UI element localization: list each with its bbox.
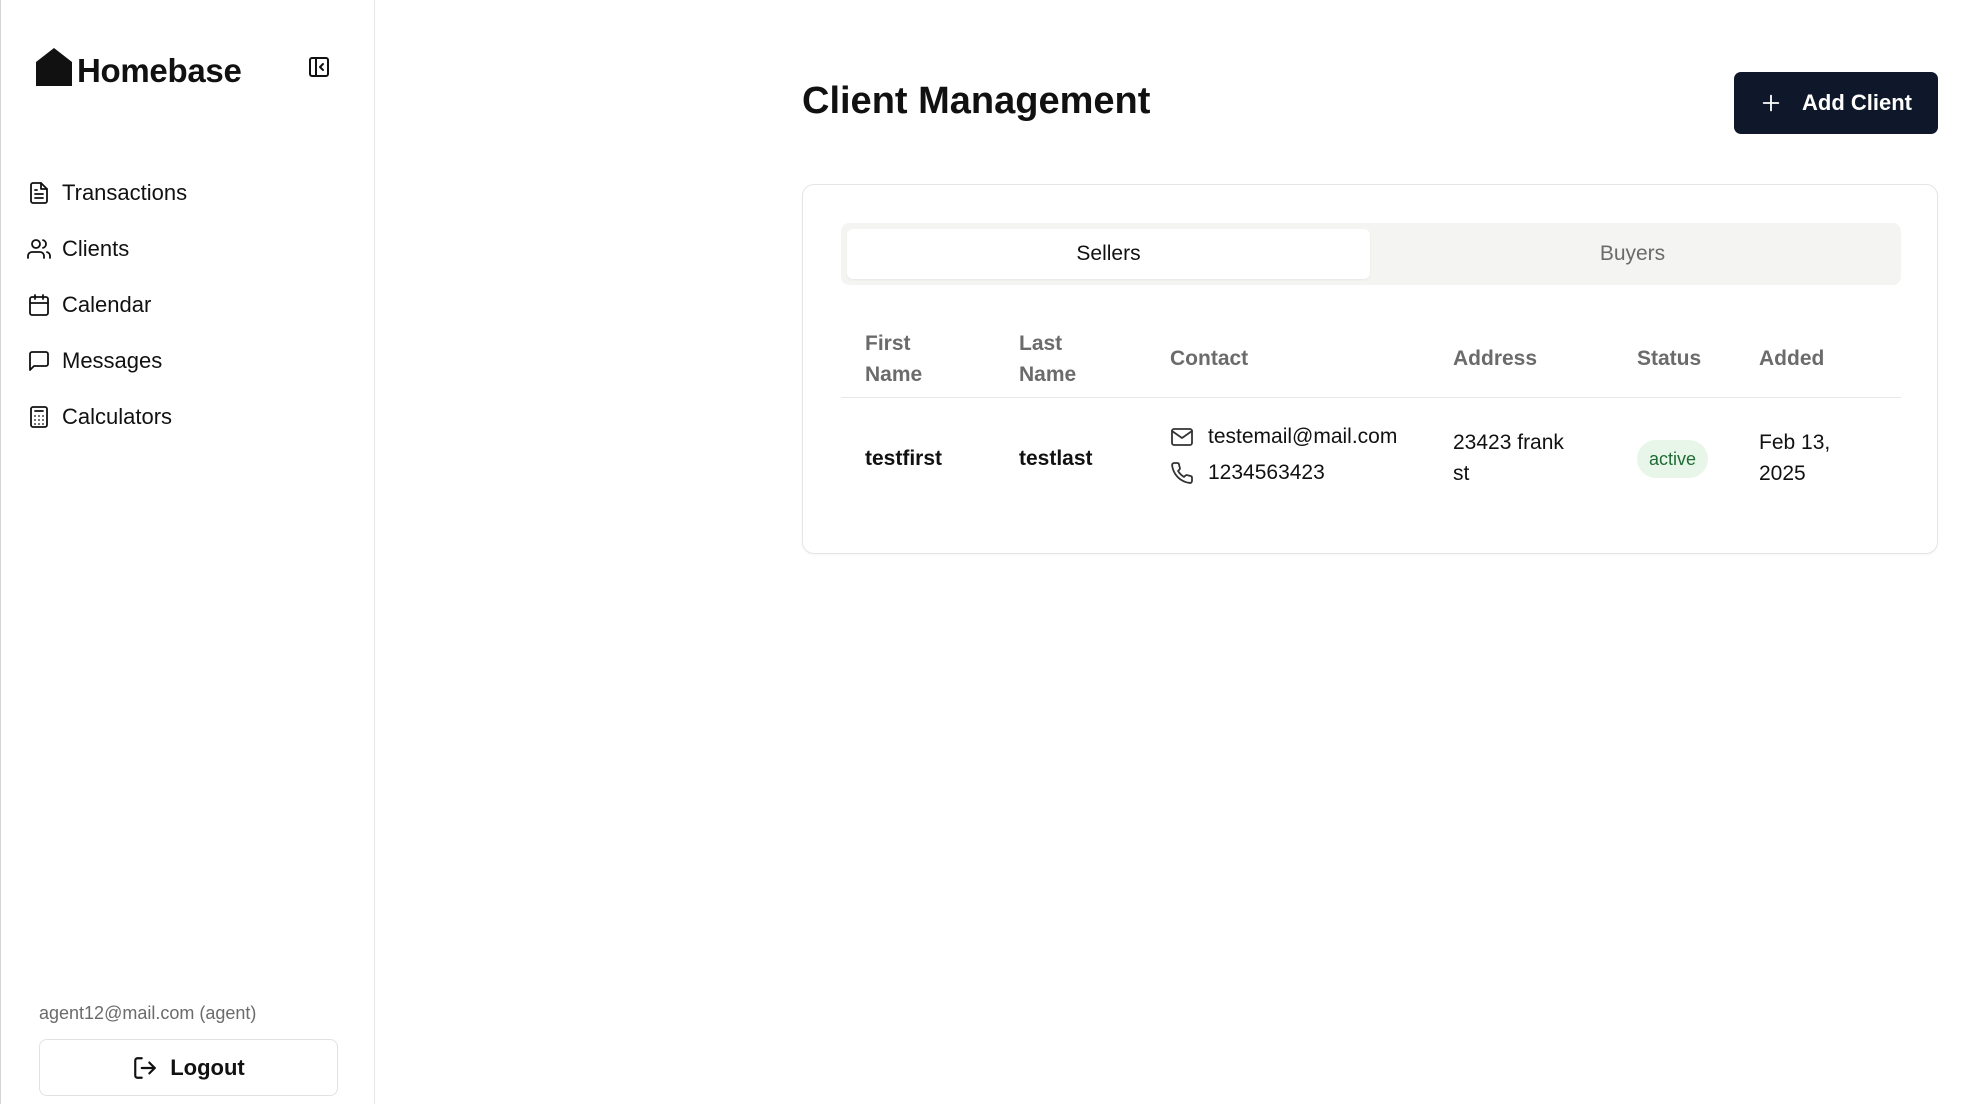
sidebar-item-label: Messages — [62, 348, 163, 373]
phone-icon — [1171, 462, 1193, 484]
logout-button[interactable]: Logout — [39, 1039, 338, 1096]
sidebar-item-clients[interactable]: Clients — [27, 221, 357, 277]
phone-text: 1234563423 — [1208, 461, 1325, 484]
message-square-icon — [29, 351, 49, 371]
cell-address: 23423 frank st — [1453, 427, 1564, 489]
header-line: Last — [1019, 332, 1063, 355]
date-line: 2025 — [1759, 462, 1806, 485]
email-text: testemail@mail.com — [1208, 425, 1398, 448]
file-text-icon — [30, 182, 48, 204]
brand-name: Homebase — [77, 52, 242, 89]
logout-icon — [134, 1056, 157, 1079]
address-line: 23423 frank — [1453, 431, 1564, 454]
cell-first-name: testfirst — [865, 447, 943, 470]
header-line: Name — [865, 363, 923, 386]
sidebar-item-messages[interactable]: Messages — [27, 333, 357, 389]
address-line: st — [1453, 462, 1470, 485]
tab-sellers[interactable]: Sellers — [847, 229, 1370, 279]
sidebar-item-label: Transactions — [62, 180, 188, 205]
sidebar-item-calculators[interactable]: Calculators — [27, 389, 357, 445]
sidebar-item-label: Calculators — [62, 404, 173, 429]
page-title: Client Management — [802, 80, 1151, 122]
column-header-address[interactable]: Address — [1453, 343, 1537, 374]
logout-label: Logout — [170, 1054, 245, 1080]
sidebar-collapse-button[interactable] — [304, 52, 334, 82]
sidebar-collapse-icon — [309, 57, 329, 77]
sidebar-item-transactions[interactable]: Transactions — [27, 165, 357, 221]
sidebar-nav: Transactions Clients Calendar Messages C… — [27, 165, 357, 445]
column-header-added[interactable]: Added — [1759, 343, 1824, 374]
header-line: Name — [1019, 363, 1077, 386]
sidebar-item-label: Calendar — [62, 292, 152, 317]
tab-buyers[interactable]: Buyers — [1370, 229, 1895, 279]
brand-logo[interactable]: Homebase — [34, 44, 242, 90]
contact-email[interactable]: testemail@mail.com — [1170, 425, 1397, 449]
plus-icon — [1762, 94, 1780, 112]
contact-phone[interactable]: 1234563423 — [1170, 461, 1325, 485]
date-line: Feb 13, — [1759, 431, 1831, 454]
add-client-label: Add Client — [1802, 90, 1912, 115]
cell-added-date: Feb 13, 2025 — [1759, 427, 1830, 489]
sidebar: Homebase Transactions Clients Calendar M… — [0, 0, 375, 1104]
client-type-tabs: Sellers Buyers — [841, 223, 1901, 285]
header-line: First — [865, 332, 911, 355]
calculator-icon — [30, 406, 48, 428]
mail-icon — [1171, 428, 1193, 446]
add-client-button[interactable]: Add Client — [1734, 72, 1938, 134]
sidebar-item-label: Clients — [62, 236, 130, 261]
clients-card: Sellers Buyers First Name Last Name Cont… — [802, 184, 1938, 554]
table-header-divider — [841, 397, 1901, 398]
column-header-contact[interactable]: Contact — [1170, 343, 1248, 374]
status-badge: active — [1637, 440, 1709, 478]
calendar-icon — [29, 294, 49, 316]
users-icon — [27, 239, 51, 259]
column-header-status[interactable]: Status — [1637, 343, 1701, 374]
house-icon — [36, 48, 72, 86]
cell-last-name: testlast — [1019, 447, 1093, 470]
column-header-last-name[interactable]: Last Name — [1019, 328, 1076, 390]
sidebar-item-calendar[interactable]: Calendar — [27, 277, 357, 333]
user-email: agent12@mail.com (agent) — [39, 1003, 257, 1023]
column-header-first-name[interactable]: First Name — [865, 328, 922, 390]
